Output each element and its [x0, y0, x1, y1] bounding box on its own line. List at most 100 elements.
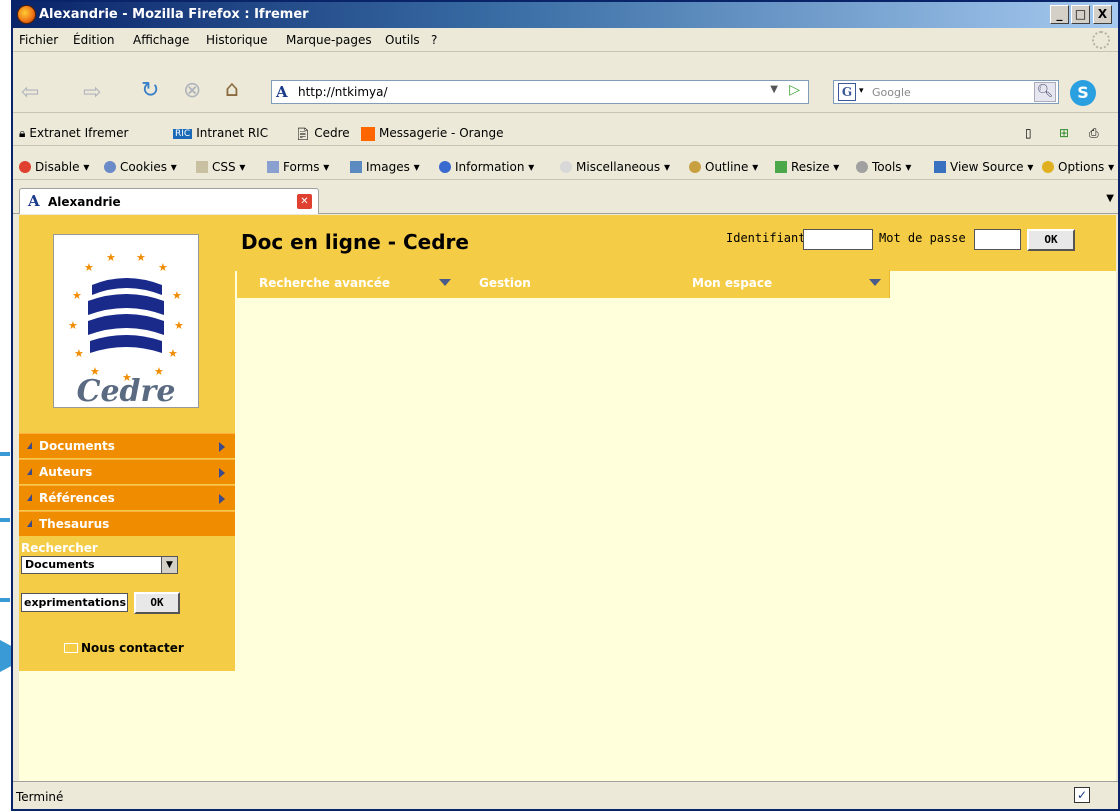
login-input[interactable] [803, 229, 873, 250]
options-icon [1042, 161, 1054, 173]
chevron-right-icon [219, 468, 225, 478]
bookmark-manager-icon[interactable]: ▯ [1025, 126, 1032, 140]
bookmark-intranet-ric[interactable]: RIC Intranet RIC [173, 126, 268, 140]
stop-icon[interactable]: ⊗ [183, 78, 201, 103]
nav-mon-espace[interactable]: Mon espace [692, 276, 772, 290]
logo-text: Cedre [77, 374, 176, 407]
sidebar-item-thesaurus[interactable]: Thesaurus [19, 511, 235, 536]
bookmark-extranet[interactable]: 🔒︎ Extranet Ifremer [19, 126, 128, 141]
forward-icon[interactable]: ⇨ [83, 80, 101, 105]
bookmark-messagerie[interactable]: Messagerie - Orange [361, 126, 504, 141]
tab-favicon: A [28, 192, 40, 210]
dev-css[interactable]: CSS ▾ [196, 160, 245, 174]
sidebar-item-references[interactable]: Références [19, 485, 235, 510]
web-developer-toolbar: Disable ▾ Cookies ▾ CSS ▾ Forms ▾ Images… [13, 154, 1118, 180]
dev-images[interactable]: Images ▾ [350, 160, 420, 174]
dev-miscellaneous[interactable]: Miscellaneous ▾ [560, 160, 670, 174]
dev-information[interactable]: Information ▾ [439, 160, 534, 174]
sidebar-item-documents[interactable]: Documents [19, 433, 235, 458]
search-input[interactable]: exprimentations [21, 593, 128, 612]
search-icon[interactable]: 🔍︎ [1034, 82, 1056, 102]
skype-icon[interactable]: S [1070, 80, 1096, 106]
sidebar-item-label: Thesaurus [39, 517, 110, 531]
chevron-right-icon [219, 494, 225, 504]
nav-recherche-avancee[interactable]: Recherche avancée [259, 276, 390, 290]
page-icon: 📄︎ [295, 126, 311, 141]
chevron-down-icon[interactable]: ▼ [161, 557, 177, 573]
title-bar: Alexandrie - Mozilla Firefox : Ifremer _… [13, 2, 1118, 28]
lock-icon: 🔒︎ [19, 126, 26, 140]
navigation-toolbar: ⇦ ⇨ ↻ ⊗ ⌂ A http://ntkimya/ ▼ ▷ G ▾ Goog… [13, 53, 1118, 113]
checkmark-icon[interactable]: ✓ [1074, 787, 1090, 803]
menu-edition[interactable]: Édition [73, 33, 115, 47]
callout-arrow-1 [0, 452, 10, 456]
menu-fichier[interactable]: Fichier [19, 33, 58, 47]
login-label: Identifiant [726, 231, 806, 245]
reload-icon[interactable]: ↻ [141, 78, 159, 103]
nav-gestion[interactable]: Gestion [479, 276, 531, 290]
dev-disable[interactable]: Disable ▾ [19, 160, 89, 174]
search-ok-button[interactable]: OK [134, 592, 180, 614]
tab-alexandrie[interactable]: A Alexandrie ✕ [19, 188, 319, 214]
dev-tools[interactable]: Tools ▾ [856, 160, 911, 174]
dev-cookies[interactable]: Cookies ▾ [104, 160, 177, 174]
close-tab-icon[interactable]: ✕ [297, 194, 312, 209]
mon-espace-dropdown-icon[interactable] [869, 279, 881, 286]
tab-list-icon[interactable]: ▼ [1106, 193, 1114, 204]
menu-affichage[interactable]: Affichage [133, 33, 189, 47]
window-title: Alexandrie - Mozilla Firefox : Ifremer [39, 7, 309, 22]
bookmarks-toolbar: 🔒︎ Extranet Ifremer RIC Intranet RIC 📄︎ Ced… [13, 120, 1118, 146]
password-label: Mot de passe [879, 231, 966, 245]
login-ok-button[interactable]: OK [1027, 229, 1075, 251]
password-input[interactable] [974, 229, 1021, 250]
bullet-icon [27, 494, 32, 501]
url-text: http://ntkimya/ [298, 85, 388, 99]
search-placeholder: Google [872, 86, 911, 99]
menu-historique[interactable]: Historique [206, 33, 268, 47]
select-value: Documents [25, 558, 95, 571]
print-icon[interactable]: ⎙ [1089, 126, 1099, 141]
search-box[interactable]: G ▾ Google 🔍︎ [833, 80, 1059, 104]
go-icon[interactable]: ▷ [789, 82, 800, 98]
resize-icon [775, 161, 787, 173]
page-title: Doc en ligne - Cedre [241, 230, 469, 254]
callout-arrow-4-tail [0, 650, 8, 662]
menu-help[interactable]: ? [431, 33, 437, 47]
dev-resize[interactable]: Resize ▾ [775, 160, 839, 174]
close-window-button[interactable]: X [1093, 5, 1112, 24]
callout-arrow-3 [0, 598, 10, 602]
menu-bar: Fichier Édition Affichage Historique Mar… [13, 28, 1118, 52]
dev-outline[interactable]: Outline ▾ [689, 160, 758, 174]
url-bar[interactable]: A http://ntkimya/ ▼ ▷ [271, 80, 809, 104]
maximize-button[interactable]: □ [1071, 5, 1090, 24]
menu-outils[interactable]: Outils [385, 33, 420, 47]
misc-icon [560, 161, 572, 173]
search-label: Rechercher [21, 541, 98, 555]
google-icon[interactable]: G [838, 83, 856, 101]
dev-options[interactable]: Options ▾ [1042, 160, 1114, 174]
firefox-icon [17, 5, 36, 24]
top-navigation: Recherche avancée Gestion Mon espace [237, 270, 890, 298]
contact-link[interactable]: Nous contacter [64, 641, 184, 655]
dev-forms[interactable]: Forms ▾ [267, 160, 329, 174]
svg-text:★: ★ [172, 289, 182, 302]
url-dropdown-icon[interactable]: ▼ [770, 84, 778, 95]
bookmark-cedre[interactable]: 📄︎ Cedre [295, 126, 350, 141]
add-bookmark-icon[interactable]: ⊞ [1059, 126, 1069, 140]
home-icon[interactable]: ⌂ [225, 77, 239, 102]
recherche-dropdown-icon[interactable] [439, 279, 451, 286]
cedre-logo: ★ ★ ★ ★ ★ ★ ★ ★ ★ ★ ★ ★ ★ Cedre [53, 234, 199, 408]
browser-window: Alexandrie - Mozilla Firefox : Ifremer _… [11, 0, 1120, 811]
ric-icon: RIC [173, 128, 193, 139]
svg-text:★: ★ [136, 251, 146, 264]
dev-view-source[interactable]: View Source ▾ [934, 160, 1033, 174]
images-icon [350, 161, 362, 173]
menu-marque-pages[interactable]: Marque-pages [286, 33, 372, 47]
search-scope-select[interactable]: Documents ▼ [21, 556, 178, 574]
svg-text:★: ★ [74, 347, 84, 360]
sidebar-item-auteurs[interactable]: Auteurs [19, 459, 235, 484]
minimize-button[interactable]: _ [1050, 5, 1069, 24]
back-icon[interactable]: ⇦ [21, 80, 39, 105]
cookies-icon [104, 161, 116, 173]
engine-dropdown-icon[interactable]: ▾ [859, 86, 864, 96]
